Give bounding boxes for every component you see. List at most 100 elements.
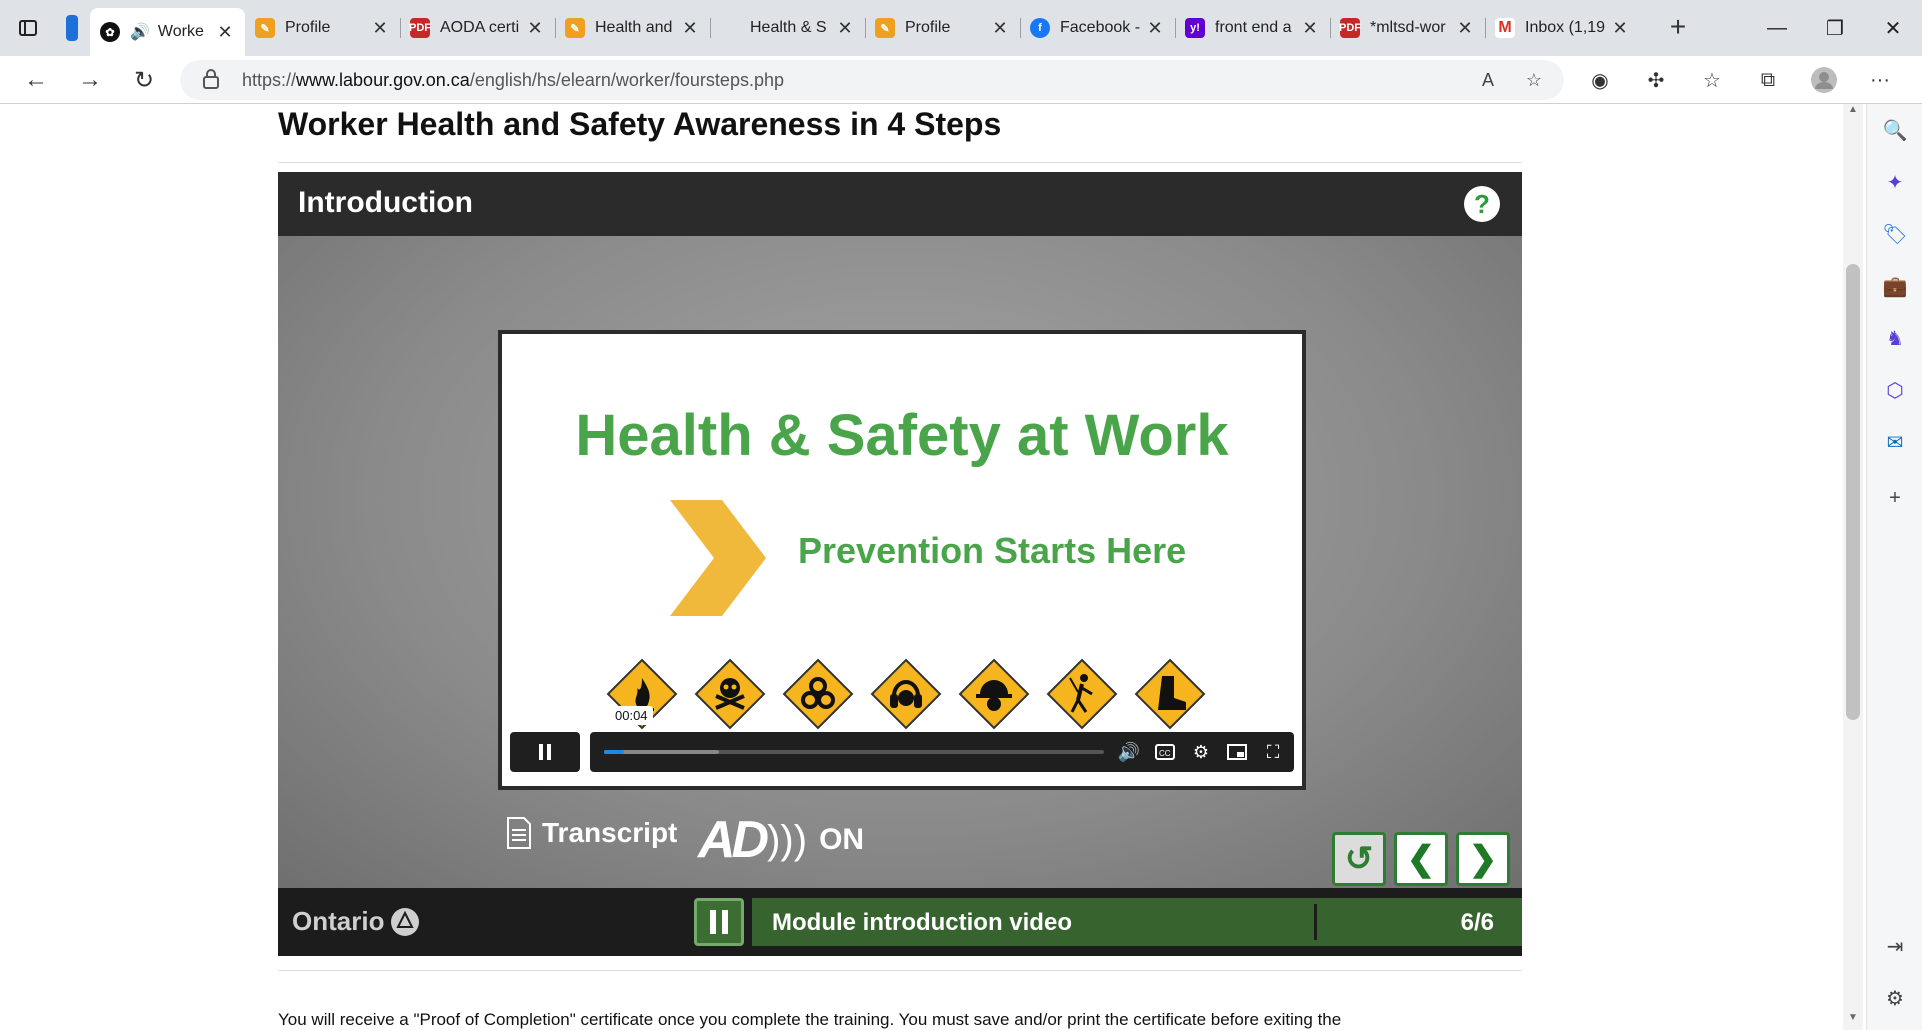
elearning-player: Introduction ? Health & Safety at Work P…	[278, 172, 1522, 956]
audio-description-toggle[interactable]: AD ))) ON	[698, 810, 864, 870]
games-icon[interactable]: ♞	[1879, 322, 1911, 354]
extensions-puzzle-icon[interactable]: ✣	[1636, 62, 1676, 98]
add-sidebar-app-icon[interactable]: +	[1879, 482, 1911, 514]
safety-boot-icon	[1134, 658, 1206, 730]
close-window-icon[interactable]: ✕	[1864, 0, 1922, 56]
video-frame[interactable]: Health & Safety at Work Prevention Start…	[498, 330, 1306, 790]
color-extension-icon[interactable]: ◉	[1580, 62, 1620, 98]
player-footer: Ontario Module introduction video 6/6	[278, 888, 1522, 956]
read-aloud-icon[interactable]: A	[1474, 66, 1502, 94]
back-arrow-icon[interactable]: ←	[18, 64, 54, 96]
video-pause-button[interactable]	[510, 732, 580, 772]
close-tab-icon[interactable]: ✕	[1300, 18, 1320, 39]
office-icon[interactable]: ⬡	[1879, 374, 1911, 406]
tab-title: Health & S	[750, 19, 827, 36]
next-button[interactable]: ❯	[1456, 832, 1510, 886]
edge-sidebar: 🔍 ✦ 🏷 💼 ♞ ⬡ ✉ + ⇥ ⚙	[1866, 104, 1922, 1030]
url-field[interactable]: https://www.labour.gov.on.ca/english/hs/…	[180, 60, 1564, 100]
settings-gear-icon[interactable]: ⚙	[1188, 738, 1214, 766]
tab-title: Profile	[905, 19, 951, 36]
tab-title: front end a	[1215, 19, 1292, 36]
captions-icon[interactable]: CC	[1152, 738, 1178, 766]
module-title: Introduction	[298, 186, 473, 219]
tab-profile-2[interactable]: ✎ Profile ✕	[865, 8, 1020, 48]
replay-button[interactable]: ↺	[1332, 832, 1386, 886]
tab-gmail[interactable]: M Inbox (1,19 ✕	[1485, 8, 1640, 48]
audio-playing-icon[interactable]: 🔊	[130, 22, 150, 42]
fullscreen-icon[interactable]: ⛶	[1260, 738, 1286, 766]
divider	[278, 970, 1522, 971]
pause-icon	[710, 910, 728, 934]
close-tab-icon[interactable]: ✕	[1145, 18, 1165, 39]
tab-worker[interactable]: ✿ 🔊 Worke ✕	[90, 8, 245, 56]
reload-icon[interactable]: ↻	[126, 64, 162, 96]
ontario-trillium-icon: ✿	[100, 22, 120, 42]
close-tab-icon[interactable]: ✕	[215, 22, 235, 43]
tab-health-safety[interactable]: Health & S ✕	[710, 8, 865, 48]
tab-yahoo[interactable]: y! front end a ✕	[1175, 8, 1330, 48]
module-counter: 6/6	[1460, 909, 1494, 936]
ontario-logo: Ontario	[292, 906, 420, 937]
workspaces-icon[interactable]	[56, 10, 88, 46]
tab-actions-menu-icon[interactable]	[12, 10, 44, 46]
previous-button[interactable]: ❮	[1394, 832, 1448, 886]
svg-text:CC: CC	[1159, 749, 1171, 758]
divider	[1314, 904, 1317, 940]
tab-title: Facebook -	[1060, 19, 1141, 36]
profile-avatar-icon[interactable]	[1804, 62, 1844, 98]
close-tab-icon[interactable]: ✕	[1610, 18, 1630, 39]
collections-icon[interactable]: ⧉	[1748, 62, 1788, 98]
url-text[interactable]: https://www.labour.gov.on.ca/english/hs/…	[242, 70, 784, 91]
pause-icon	[539, 744, 551, 760]
tab-facebook[interactable]: f Facebook - ✕	[1020, 8, 1175, 48]
blank-page-icon	[720, 18, 740, 38]
copilot-sparkle-icon[interactable]: ✦	[1879, 166, 1911, 198]
page-title: Worker Health and Safety Awareness in 4 …	[278, 106, 1002, 142]
search-icon[interactable]: 🔍	[1879, 114, 1911, 146]
forward-arrow-icon[interactable]: →	[72, 64, 108, 96]
yahoo-icon: y!	[1185, 18, 1205, 38]
sidebar-settings-gear-icon[interactable]: ⚙	[1879, 982, 1911, 1014]
tab-mltsd-pdf[interactable]: PDF *mltsd-wor ✕	[1330, 8, 1485, 48]
scroll-up-arrow-icon[interactable]: ▲	[1846, 104, 1860, 118]
ontario-wordmark: Ontario	[292, 906, 385, 936]
document-icon	[507, 817, 531, 849]
module-status-bar: Module introduction video 6/6	[752, 898, 1522, 946]
tab-strip: ✿ 🔊 Worke ✕ ✎ Profile ✕ PDF AODA certi ✕…	[90, 8, 1640, 56]
volume-icon[interactable]: 🔊	[1116, 738, 1142, 766]
more-menu-icon[interactable]: ···	[1860, 62, 1900, 98]
outlook-icon[interactable]: ✉	[1879, 426, 1911, 458]
tab-bar: ✿ 🔊 Worke ✕ ✎ Profile ✕ PDF AODA certi ✕…	[0, 0, 1922, 56]
favorites-icon[interactable]: ☆	[1692, 62, 1732, 98]
video-controls: 00:04 🔊 CC ⚙ ⛶	[510, 706, 1294, 772]
scroll-down-arrow-icon[interactable]: ▼	[1846, 1012, 1860, 1026]
module-pause-button[interactable]	[694, 898, 744, 946]
tab-aoda-pdf[interactable]: PDF AODA certi ✕	[400, 8, 555, 48]
new-tab-plus-icon[interactable]: +	[1660, 12, 1696, 44]
hide-sidebar-icon[interactable]: ⇥	[1879, 930, 1911, 962]
tab-profile[interactable]: ✎ Profile ✕	[245, 8, 400, 48]
shopping-tag-icon[interactable]: 🏷	[1879, 218, 1911, 250]
tab-title: Inbox (1,19	[1525, 19, 1606, 36]
picture-in-picture-icon[interactable]	[1224, 738, 1250, 766]
close-tab-icon[interactable]: ✕	[990, 18, 1010, 39]
facebook-icon: f	[1030, 18, 1050, 38]
add-favorite-icon[interactable]: ☆	[1520, 66, 1548, 94]
lock-icon[interactable]	[202, 69, 220, 89]
close-tab-icon[interactable]: ✕	[525, 18, 545, 39]
help-icon[interactable]: ?	[1464, 186, 1500, 222]
tab-health-and[interactable]: ✎ Health and ✕	[555, 8, 710, 48]
tools-briefcase-icon[interactable]: 💼	[1879, 270, 1911, 302]
certificate-paragraph: You will receive a "Proof of Completion"…	[278, 1010, 1342, 1029]
pdf-icon: PDF	[409, 18, 431, 38]
close-tab-icon[interactable]: ✕	[680, 18, 700, 39]
close-tab-icon[interactable]: ✕	[370, 18, 390, 39]
transcript-button[interactable]: Transcript	[506, 816, 677, 850]
close-tab-icon[interactable]: ✕	[835, 18, 855, 39]
restore-icon[interactable]: ❐	[1806, 0, 1864, 56]
minimize-icon[interactable]: —	[1748, 0, 1806, 56]
safety-harness-icon	[1046, 658, 1118, 730]
scrollbar-thumb[interactable]	[1846, 264, 1860, 720]
tab-title: *mltsd-wor	[1370, 19, 1446, 36]
close-tab-icon[interactable]: ✕	[1455, 18, 1475, 39]
